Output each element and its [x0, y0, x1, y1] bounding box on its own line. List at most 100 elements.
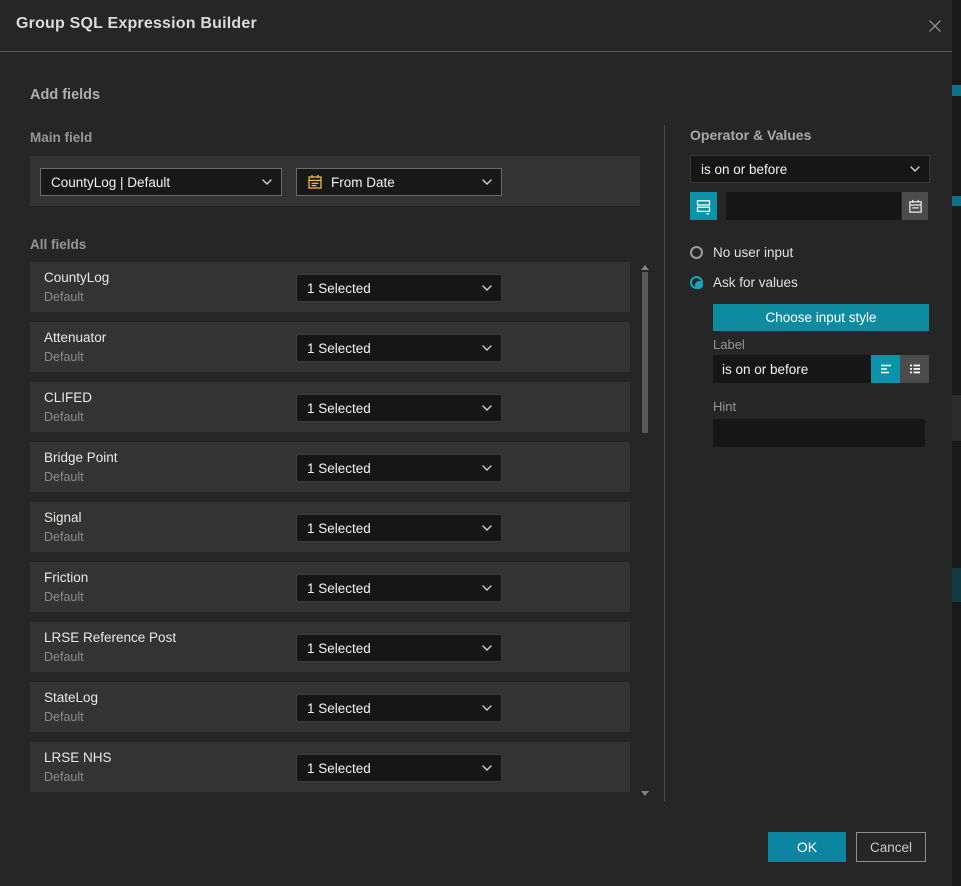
- field-selection-dropdown[interactable]: 1 Selected: [296, 454, 502, 482]
- field-name: Bridge Point: [44, 450, 118, 465]
- main-field-dropdown[interactable]: From Date: [296, 168, 502, 196]
- field-name: Attenuator: [44, 330, 106, 345]
- field-row: CLIFED Default 1 Selected: [30, 382, 630, 432]
- field-name: LRSE Reference Post: [44, 630, 176, 645]
- field-selection-value: 1 Selected: [307, 341, 371, 356]
- strip-accent-mark: [952, 85, 961, 96]
- main-dataset-value: CountyLog | Default: [51, 175, 170, 190]
- row-values-icon: [695, 198, 712, 215]
- field-selection-dropdown[interactable]: 1 Selected: [296, 334, 502, 362]
- radio-selected-icon: [690, 276, 703, 289]
- field-selection-dropdown[interactable]: 1 Selected: [296, 634, 502, 662]
- radio-icon: [690, 246, 703, 259]
- dialog-titlebar: Group SQL Expression Builder: [0, 0, 952, 52]
- field-name: StateLog: [44, 690, 98, 705]
- value-input[interactable]: [726, 192, 901, 220]
- panel-divider: [664, 125, 665, 801]
- radio-label: No user input: [713, 245, 793, 260]
- hint-field-label: Hint: [713, 399, 736, 414]
- field-selection-value: 1 Selected: [307, 581, 371, 596]
- dialog-title: Group SQL Expression Builder: [16, 15, 257, 33]
- field-subtitle: Default: [44, 530, 84, 544]
- chevron-down-icon: [910, 166, 920, 173]
- hint-input[interactable]: [713, 419, 925, 447]
- field-selection-dropdown[interactable]: 1 Selected: [296, 394, 502, 422]
- field-selection-value: 1 Selected: [307, 281, 371, 296]
- radio-ask-for-values[interactable]: Ask for values: [690, 275, 798, 290]
- field-subtitle: Default: [44, 290, 84, 304]
- list-input-icon: [907, 361, 923, 377]
- row-values-button[interactable]: [690, 192, 717, 220]
- field-name: LRSE NHS: [44, 750, 112, 765]
- field-row: Friction Default 1 Selected: [30, 562, 630, 612]
- scrollbar-thumb[interactable]: [642, 272, 648, 433]
- field-selection-dropdown[interactable]: 1 Selected: [296, 694, 502, 722]
- field-subtitle: Default: [44, 710, 84, 724]
- radio-no-user-input[interactable]: No user input: [690, 245, 793, 260]
- field-selection-dropdown[interactable]: 1 Selected: [296, 754, 502, 782]
- strip-gray-mark: [952, 395, 961, 441]
- chevron-down-icon: [482, 405, 492, 412]
- field-selection-value: 1 Selected: [307, 521, 371, 536]
- label-field-label: Label: [713, 337, 745, 352]
- scroll-up-icon[interactable]: [641, 265, 649, 270]
- add-fields-heading: Add fields: [30, 87, 100, 103]
- field-subtitle: Default: [44, 410, 84, 424]
- calendar-icon: [908, 199, 923, 214]
- field-subtitle: Default: [44, 590, 84, 604]
- close-icon: [926, 17, 944, 35]
- ok-button[interactable]: OK: [768, 832, 846, 862]
- field-selection-value: 1 Selected: [307, 641, 371, 656]
- background-app-strip: [952, 0, 961, 886]
- single-line-input-icon: [878, 361, 894, 377]
- cancel-button[interactable]: Cancel: [856, 832, 926, 862]
- field-selection-dropdown[interactable]: 1 Selected: [296, 574, 502, 602]
- chevron-down-icon: [482, 705, 492, 712]
- close-button[interactable]: [925, 16, 945, 36]
- operator-values-heading: Operator & Values: [690, 127, 811, 143]
- all-fields-list: CountyLog Default 1 Selected Attenuator …: [30, 262, 630, 802]
- chevron-down-icon: [482, 525, 492, 532]
- choose-input-style-button[interactable]: Choose input style: [713, 304, 929, 331]
- field-selection-value: 1 Selected: [307, 401, 371, 416]
- field-row: Signal Default 1 Selected: [30, 502, 630, 552]
- field-row: Attenuator Default 1 Selected: [30, 322, 630, 372]
- chevron-down-icon: [482, 179, 492, 186]
- main-field-heading: Main field: [30, 130, 92, 145]
- field-name: Signal: [44, 510, 82, 525]
- radio-label: Ask for values: [713, 275, 798, 290]
- chevron-down-icon: [262, 179, 272, 186]
- field-subtitle: Default: [44, 770, 84, 784]
- field-name: CLIFED: [44, 390, 92, 405]
- strip-accent-mark: [952, 568, 961, 602]
- date-picker-button[interactable]: [902, 192, 928, 220]
- field-row: LRSE NHS Default 1 Selected: [30, 742, 630, 792]
- list-input-style-button[interactable]: [900, 355, 929, 383]
- field-selection-value: 1 Selected: [307, 461, 371, 476]
- main-field-value: From Date: [331, 175, 395, 190]
- field-name: Friction: [44, 570, 88, 585]
- single-line-input-style-button[interactable]: [871, 355, 900, 383]
- all-fields-heading: All fields: [30, 237, 86, 252]
- field-subtitle: Default: [44, 470, 84, 484]
- label-input[interactable]: [713, 355, 871, 383]
- field-selection-value: 1 Selected: [307, 761, 371, 776]
- group-sql-expression-builder-dialog: Group SQL Expression Builder Add fields …: [0, 0, 961, 886]
- field-name: CountyLog: [44, 270, 109, 285]
- field-subtitle: Default: [44, 350, 84, 364]
- field-row: CountyLog Default 1 Selected: [30, 262, 630, 312]
- field-selection-dropdown[interactable]: 1 Selected: [296, 514, 502, 542]
- chevron-down-icon: [482, 645, 492, 652]
- main-dataset-dropdown[interactable]: CountyLog | Default: [40, 168, 282, 196]
- operator-dropdown[interactable]: is on or before: [690, 155, 930, 183]
- chevron-down-icon: [482, 345, 492, 352]
- chevron-down-icon: [482, 765, 492, 772]
- scroll-down-icon[interactable]: [641, 791, 649, 796]
- field-subtitle: Default: [44, 650, 84, 664]
- field-row: StateLog Default 1 Selected: [30, 682, 630, 732]
- chevron-down-icon: [482, 585, 492, 592]
- field-selection-dropdown[interactable]: 1 Selected: [296, 274, 502, 302]
- chevron-down-icon: [482, 285, 492, 292]
- field-row: LRSE Reference Post Default 1 Selected: [30, 622, 630, 672]
- calendar-icon: [307, 174, 323, 190]
